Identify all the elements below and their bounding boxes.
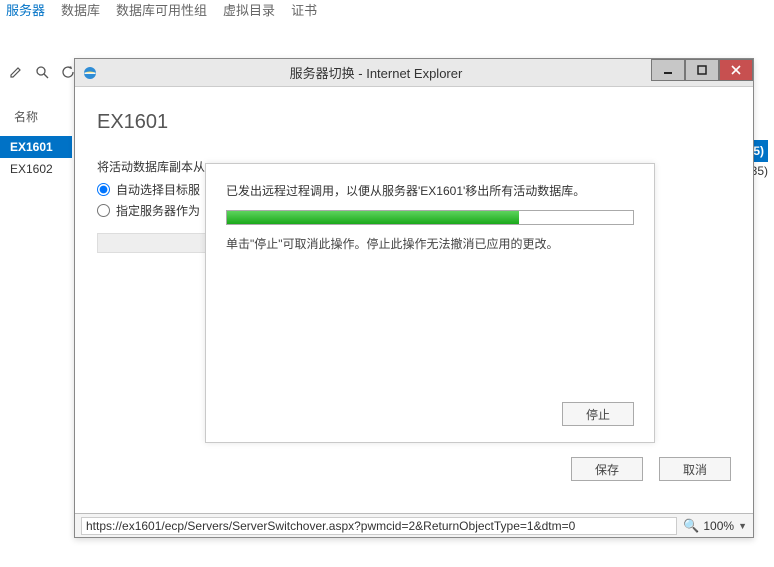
dialog-heading: EX1601 <box>97 111 731 134</box>
list-column-header-name: 名称 <box>14 108 38 125</box>
progress-bar-fill <box>227 211 519 224</box>
tab-databases[interactable]: 数据库 <box>61 0 100 18</box>
radio-specify-input[interactable] <box>97 204 110 217</box>
edit-icon[interactable] <box>8 64 24 80</box>
stop-button[interactable]: 停止 <box>562 402 634 426</box>
status-url: https://ex1601/ecp/Servers/ServerSwitcho… <box>81 517 677 535</box>
magnifier-icon: 🔍 <box>683 518 699 534</box>
radio-specify-label: 指定服务器作为 <box>116 202 200 219</box>
cancel-button[interactable]: 取消 <box>659 457 731 481</box>
dialog-footer-buttons: 保存 取消 <box>571 457 731 481</box>
chevron-down-icon: ▼ <box>738 521 747 531</box>
close-button[interactable] <box>719 59 753 81</box>
tab-dag[interactable]: 数据库可用性组 <box>116 0 207 18</box>
server-list: EX1601 EX1602 <box>0 136 72 180</box>
window-title: 服务器切换 - Internet Explorer <box>101 63 651 82</box>
progress-bar <box>226 210 634 225</box>
toolbar <box>8 64 76 80</box>
titlebar: 服务器切换 - Internet Explorer <box>75 59 753 87</box>
ie-logo-icon <box>79 65 101 81</box>
zoom-control[interactable]: 🔍 100% ▼ <box>683 518 747 534</box>
progress-dialog: 已发出远程过程调用，以便从服务器'EX1601'移出所有活动数据库。 单击"停止… <box>205 163 655 443</box>
tab-virtualdir[interactable]: 虚拟目录 <box>223 0 275 18</box>
minimize-button[interactable] <box>651 59 685 81</box>
save-button[interactable]: 保存 <box>571 457 643 481</box>
radio-auto-input[interactable] <box>97 183 110 196</box>
dialog-body: EX1601 将活动数据库副本从 自动选择目标服 指定服务器作为 已发出远程过程… <box>75 87 753 513</box>
radio-auto-label: 自动选择目标服 <box>116 181 200 198</box>
zoom-value: 100% <box>703 519 734 533</box>
maximize-button[interactable] <box>685 59 719 81</box>
progress-message: 已发出远程过程调用，以便从服务器'EX1601'移出所有活动数据库。 <box>226 182 634 200</box>
server-list-item[interactable]: EX1602 <box>0 158 72 180</box>
search-icon[interactable] <box>34 64 50 80</box>
tab-cert[interactable]: 证书 <box>291 0 317 18</box>
progress-hint: 单击"停止"可取消此操作。停止此操作无法撤消已应用的更改。 <box>226 235 634 252</box>
statusbar: https://ex1601/ecp/Servers/ServerSwitcho… <box>75 513 753 537</box>
server-list-item[interactable]: EX1601 <box>0 136 72 158</box>
top-nav-tabs: 服务器 数据库 数据库可用性组 虚拟目录 证书 <box>0 0 774 18</box>
tab-servers[interactable]: 服务器 <box>6 0 45 18</box>
ie-popup-window: 服务器切换 - Internet Explorer EX1601 将活动数据库副… <box>74 58 754 538</box>
window-buttons <box>651 59 753 86</box>
